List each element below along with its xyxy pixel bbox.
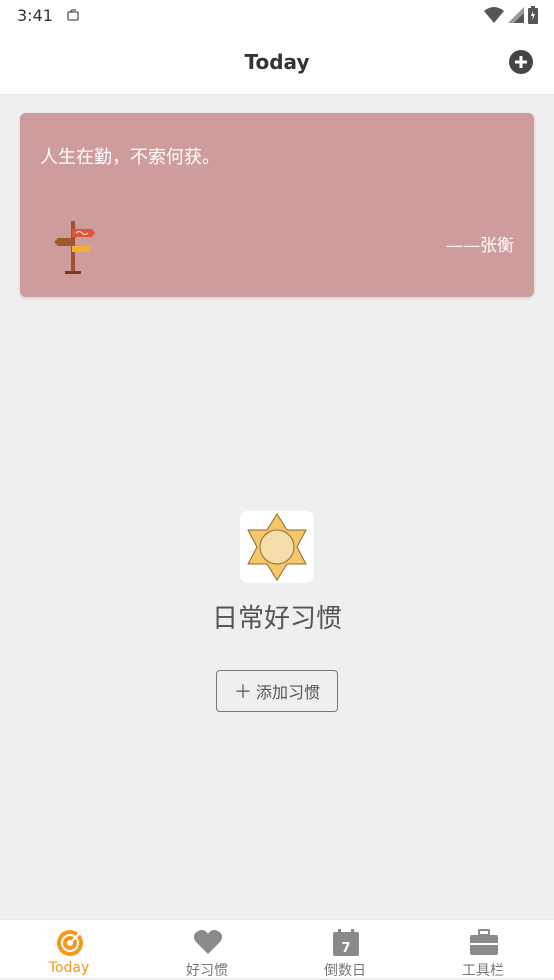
tab-toolbox-label: 工具栏 bbox=[462, 963, 504, 979]
app-bar: Today bbox=[0, 32, 554, 95]
status-bar: 3:41 bbox=[0, 0, 554, 32]
battery-icon bbox=[528, 6, 538, 28]
quote-author: ——张衡 bbox=[446, 236, 514, 256]
notification-icon bbox=[66, 8, 80, 27]
tab-habits[interactable]: 好习惯 bbox=[138, 920, 276, 979]
svg-text:7: 7 bbox=[341, 941, 350, 956]
wifi-icon bbox=[484, 7, 504, 27]
quote-card[interactable]: 人生在勤，不索何获。 ——张衡 bbox=[20, 113, 534, 297]
add-habit-button[interactable]: ＋ 添加习惯 bbox=[216, 670, 338, 712]
add-circle-icon[interactable] bbox=[508, 49, 534, 75]
sun-icon bbox=[240, 511, 314, 583]
tab-today[interactable]: Today bbox=[0, 920, 138, 978]
empty-state-title: 日常好习惯 bbox=[211, 604, 342, 634]
tab-toolbox[interactable]: 工具栏 bbox=[414, 920, 552, 979]
tab-countdown-label: 倒数日 bbox=[324, 963, 366, 979]
calendar-icon: 7 bbox=[331, 928, 361, 956]
today-icon bbox=[55, 928, 85, 956]
tab-countdown[interactable]: 7 倒数日 bbox=[276, 920, 414, 979]
heart-icon bbox=[193, 928, 223, 956]
plus-icon: ＋ bbox=[233, 682, 252, 703]
signal-icon bbox=[508, 7, 524, 27]
signpost-icon bbox=[52, 217, 96, 281]
quote-text: 人生在勤，不索何获。 bbox=[40, 147, 220, 168]
toolbox-icon bbox=[469, 928, 499, 956]
tab-habits-label: 好习惯 bbox=[186, 963, 228, 979]
bottom-nav: Today 好习惯 7 倒数日 工具栏 bbox=[0, 919, 554, 979]
add-habit-label: 添加习惯 bbox=[255, 683, 320, 702]
page-title: Today bbox=[244, 50, 310, 74]
status-time: 3:41 bbox=[17, 6, 53, 25]
tab-today-label: Today bbox=[48, 960, 90, 976]
